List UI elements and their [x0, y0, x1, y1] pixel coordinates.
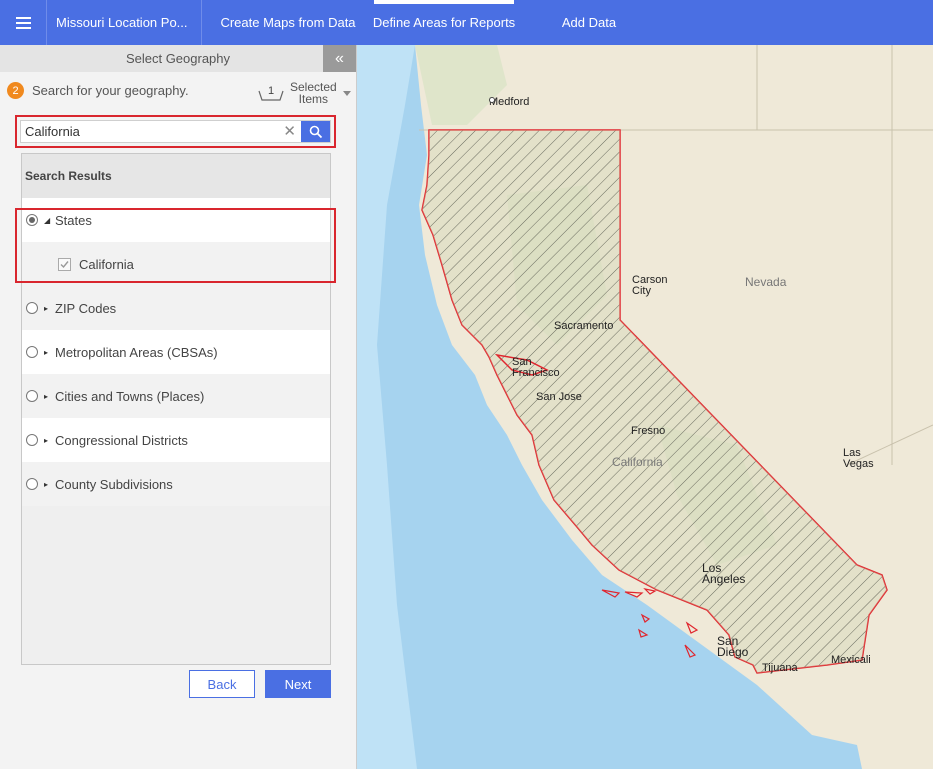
- city-sacramento: Sacramento: [554, 320, 614, 332]
- selected-items-label: Selected Items: [290, 81, 337, 105]
- step-row: 2 Search for your geography.: [7, 82, 189, 99]
- map-view[interactable]: Medford Carson City Nevada Sacramento Sa…: [357, 45, 933, 769]
- caret-right-icon[interactable]: ▸: [44, 304, 54, 313]
- caret-down-icon: [342, 90, 351, 96]
- panel-header: Select Geography «: [0, 45, 356, 72]
- result-metropolitan-areas[interactable]: ▸ Metropolitan Areas (CBSAs): [22, 330, 330, 374]
- collapse-panel-button[interactable]: «: [323, 45, 356, 72]
- selected-items-button[interactable]: 1 Selected Items: [258, 81, 351, 105]
- city-los-angeles: Los Angeles: [702, 562, 746, 586]
- city-fresno: Fresno: [631, 425, 666, 437]
- city-san-francisco: San Francisco: [512, 357, 560, 379]
- city-san-diego: San Diego: [717, 635, 749, 659]
- radio-button[interactable]: [26, 302, 38, 314]
- caret-right-icon[interactable]: ▸: [44, 480, 54, 489]
- state-label-nevada: Nevada: [745, 275, 787, 289]
- result-label: Cities and Towns (Places): [55, 388, 205, 404]
- state-label-california: California: [612, 455, 663, 469]
- search-input[interactable]: [21, 121, 281, 142]
- caret-right-icon[interactable]: ▸: [44, 392, 54, 401]
- next-button[interactable]: Next: [265, 670, 331, 698]
- city-label-line2: Vegas: [843, 458, 874, 470]
- results-header: Search Results: [22, 154, 330, 198]
- search-icon: [309, 125, 322, 138]
- radio-button[interactable]: [26, 434, 38, 446]
- menu-icon[interactable]: [0, 0, 47, 45]
- back-button[interactable]: Back: [189, 670, 255, 698]
- result-label: Congressional Districts: [55, 432, 188, 448]
- step-badge: 2: [7, 82, 24, 99]
- clear-icon[interactable]: ✕: [283, 123, 296, 141]
- result-label: County Subdivisions: [55, 476, 173, 492]
- result-county-subdivisions[interactable]: ▸ County Subdivisions: [22, 462, 330, 506]
- tab-create-maps[interactable]: Create Maps from Data: [202, 0, 374, 45]
- result-label: ZIP Codes: [55, 300, 117, 316]
- panel-title: Select Geography: [125, 51, 231, 66]
- radio-button[interactable]: [26, 478, 38, 490]
- tab-add-data[interactable]: Add Data: [514, 0, 664, 45]
- double-chevron-left-icon: «: [335, 50, 344, 67]
- selected-count: 1: [267, 85, 275, 97]
- city-label-line2: Francisco: [512, 367, 560, 379]
- tab-define-areas[interactable]: Define Areas for Reports: [373, 0, 515, 45]
- caret-right-icon[interactable]: ▸: [44, 348, 54, 357]
- result-zip-codes[interactable]: ▸ ZIP Codes: [22, 286, 330, 330]
- city-label-line2: Angeles: [702, 572, 746, 586]
- result-cities-towns[interactable]: ▸ Cities and Towns (Places): [22, 374, 330, 418]
- radio-button[interactable]: [26, 390, 38, 402]
- states-highlight: [15, 208, 336, 283]
- city-carson-city: Carson City: [632, 275, 667, 297]
- city-san-jose: San Jose: [536, 391, 582, 403]
- search-box: ✕: [20, 120, 331, 143]
- city-label-line2: City: [632, 285, 651, 297]
- radio-button[interactable]: [26, 346, 38, 358]
- result-congressional-districts[interactable]: ▸ Congressional Districts: [22, 418, 330, 462]
- tray-icon: 1: [258, 84, 284, 102]
- city-label-line2: Diego: [717, 645, 749, 659]
- app-title[interactable]: Missouri Location Po...: [47, 0, 202, 45]
- city-las-vegas: Las Vegas: [843, 448, 874, 470]
- city-medford: Medford: [489, 96, 530, 108]
- selected-label-line2: Items: [298, 92, 329, 106]
- result-label: Metropolitan Areas (CBSAs): [55, 344, 218, 360]
- search-button[interactable]: [301, 121, 330, 142]
- caret-right-icon[interactable]: ▸: [44, 436, 54, 445]
- city-tijuana: Tijuana: [762, 662, 798, 674]
- top-bar: Missouri Location Po... Create Maps from…: [0, 0, 933, 45]
- city-mexicali: Mexicali: [831, 654, 871, 666]
- select-geography-panel: Select Geography « 2 Search for your geo…: [0, 45, 357, 769]
- step-instruction: Search for your geography.: [32, 83, 189, 98]
